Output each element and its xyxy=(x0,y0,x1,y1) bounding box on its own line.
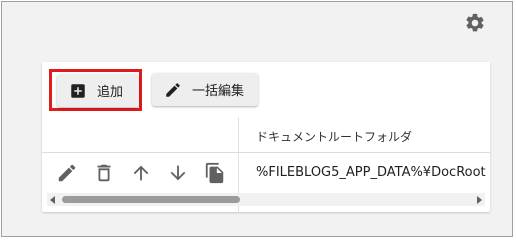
pencil-icon xyxy=(164,81,182,99)
column-header-document-root: ドキュメントルートフォルダ xyxy=(256,130,413,144)
plus-box-icon xyxy=(69,82,87,100)
bulk-edit-button-label: 一括編集 xyxy=(192,84,245,99)
settings-panel: 追加 一括編集 ドキュメントルートフォルダ %FILEBLOG5_APP_DAT… xyxy=(1,1,513,237)
horizontal-scrollbar[interactable] xyxy=(47,193,485,206)
gear-icon[interactable] xyxy=(464,12,486,34)
document-root-card: 追加 一括編集 ドキュメントルートフォルダ %FILEBLOG5_APP_DAT… xyxy=(42,62,490,213)
copy-row-copy-icon[interactable] xyxy=(204,162,226,184)
header-divider xyxy=(42,152,490,153)
edit-row-pencil-icon[interactable] xyxy=(56,162,78,184)
add-button-label: 追加 xyxy=(97,85,124,100)
scroll-left-arrow-icon[interactable] xyxy=(50,196,55,204)
delete-row-trash-icon[interactable] xyxy=(93,162,115,184)
move-up-arrow-up-icon[interactable] xyxy=(130,162,152,184)
scroll-right-arrow-icon[interactable] xyxy=(477,196,482,204)
table-row-actions xyxy=(56,162,241,184)
add-button[interactable]: 追加 xyxy=(57,74,139,107)
bulk-edit-button[interactable]: 一括編集 xyxy=(152,73,258,106)
move-down-arrow-down-icon[interactable] xyxy=(167,162,189,184)
table-cell-document-root: %FILEBLOG5_APP_DATA%¥DocRoot xyxy=(256,165,486,180)
scrollbar-thumb[interactable] xyxy=(62,196,240,203)
